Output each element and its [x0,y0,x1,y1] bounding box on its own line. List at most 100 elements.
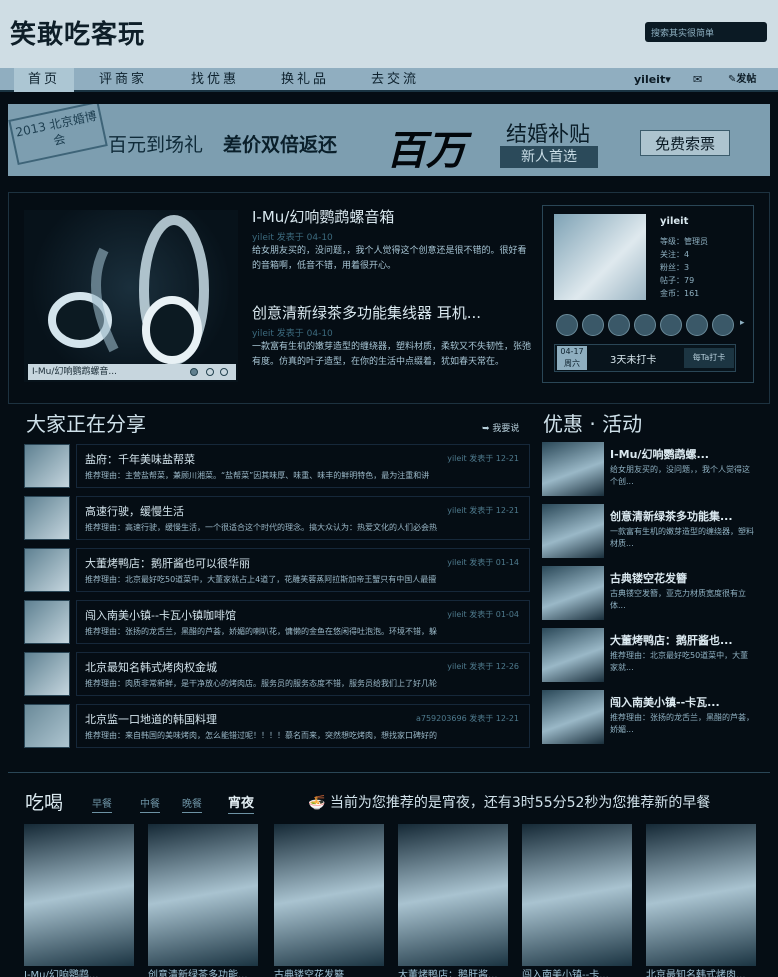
tab-dinner[interactable]: 晚餐 [182,795,202,813]
food-image[interactable] [646,824,756,966]
food-image[interactable] [398,824,508,966]
feature-caption[interactable]: I-Mu/幻响鹦鹉螺音... [28,364,236,380]
slide-dot[interactable] [190,368,198,376]
post-button[interactable]: ✎发帖 [728,68,756,92]
checkin-date: 04-17 周六 [557,346,587,370]
badge-icon[interactable] [608,314,630,336]
post-link[interactable]: ➥ 我要说 [482,421,519,434]
avatar[interactable] [554,214,646,300]
promo-item[interactable]: 大董烤鸭店：鹅肝酱也... 推荐理由：北京最好吃50道菜中，大董家就... [542,628,772,686]
promo-title[interactable]: 古典镂空花发簪 [610,570,687,586]
ad-banner[interactable]: 2013 北京婚博会 百元到场礼 差价双倍返还 百万 结婚补贴 新人首选 免费索… [8,104,770,176]
item-desc: 推荐理由：来自韩国的美味烤肉，怎么能错过呢！！！！慕名而来，突然想吃烤肉，想找家… [85,731,437,740]
nav-deals[interactable]: 找优惠 [180,68,250,92]
avatar[interactable] [24,704,70,748]
promo-item[interactable]: 闯入南美小镇--卡瓦... 推荐理由：张扬的龙舌兰，黑醋的芦荟，娇媚... [542,690,772,748]
food-image[interactable] [522,824,632,966]
feature-title[interactable]: 创意清新绿茶多功能集线器 耳机... [252,302,481,323]
food-image[interactable] [24,824,134,966]
promo-image[interactable] [542,442,604,496]
avatar[interactable] [24,444,70,488]
slide-dot[interactable] [206,368,214,376]
user-menu[interactable]: yileit▾ [634,68,671,92]
search-input[interactable]: 搜索其实很简单 [645,22,767,42]
nav-review[interactable]: 评商家 [88,68,158,92]
food-caption[interactable]: 闯入南美小镇--卡... [522,966,632,977]
promo-title[interactable]: 大董烤鸭店：鹅肝酱也... [610,632,733,648]
nav-forum[interactable]: 去交流 [360,68,430,92]
list-item[interactable]: 北京监一口地道的韩国料理 a759203696 发表于 12-21 推荐理由：来自韩… [24,704,530,750]
mail-icon[interactable]: ✉ [693,68,702,92]
badge-icon[interactable] [660,314,682,336]
item-desc: 推荐理由：主营盐帮菜，兼顾川湘菜。“盐帮菜”因其味厚、味重、味丰的鲜明特色，最为… [85,471,430,480]
item-title[interactable]: 闯入南美小镇--卡瓦小镇咖啡馆 [85,607,236,623]
list-item[interactable]: 盐府：千年美味盐帮菜 yileit 发表于 12-21 推荐理由：主营盐帮菜，兼顾川… [24,444,530,490]
promo-title[interactable]: 创意清新绿茶多功能集... [610,508,733,524]
checkin-button[interactable]: 每Ta打卡 [684,348,734,368]
avatar[interactable] [24,548,70,592]
list-item[interactable]: 高速行驶，缓慢生活 yileit 发表于 12-21 推荐理由：高速行驶，缓慢生活，… [24,496,530,542]
food-caption[interactable]: 创意清新绿茶多功能... [148,966,258,977]
badge-icon[interactable] [634,314,656,336]
promo-title[interactable]: 闯入南美小镇--卡瓦... [610,694,720,710]
list-item[interactable]: 北京最知名韩式烤肉权金城 yileit 发表于 12-26 推荐理由：肉质非常新鲜，… [24,652,530,698]
food-image[interactable] [148,824,258,966]
site-logo[interactable]: 笑敢吃客玩 [10,14,145,51]
promo-image[interactable] [542,566,604,620]
tab-late-night[interactable]: 宵夜 [228,792,255,814]
nav-gifts[interactable]: 换礼品 [270,68,340,92]
badge-icon[interactable] [582,314,604,336]
promo-item[interactable]: 创意清新绿茶多功能集... 一款富有生机的嫩芽造型的缠绕器，塑料材质... [542,504,772,562]
feature-title[interactable]: I-Mu/幻响鹦鹉螺音箱 [252,206,394,227]
avatar[interactable] [24,600,70,644]
feature-meta: yileit 发表于 04-10 [252,329,333,339]
badge-icon[interactable] [712,314,734,336]
speaker-image [48,215,209,365]
chevron-right-icon[interactable]: ▸ [740,318,745,328]
item-title[interactable]: 盐府：千年美味盐帮菜 [85,451,195,467]
tab-lunch[interactable]: 中餐 [140,795,160,813]
list-item[interactable]: 大董烤鸭店：鹅肝酱也可以很华丽 yileit 发表于 01-14 推荐理由：北京最好… [24,548,530,594]
item-meta: yileit 发表于 12-26 [447,662,519,671]
list-item[interactable]: 闯入南美小镇--卡瓦小镇咖啡馆 yileit 发表于 01-04 推荐理由：张扬的龙… [24,600,530,646]
tab-breakfast[interactable]: 早餐 [92,795,112,813]
food-image[interactable] [274,824,384,966]
promo-title[interactable]: I-Mu/幻响鹦鹉螺... [610,446,709,462]
avatar[interactable] [24,652,70,696]
food-caption[interactable]: 大董烤鸭店：鹅肝酱... [398,966,508,977]
slide-dot[interactable] [220,368,228,376]
item-title[interactable]: 高速行驶，缓慢生活 [85,503,184,519]
nav-home[interactable]: 首页 [14,68,74,92]
profile-name[interactable]: yileit [660,216,688,227]
item-meta: yileit 发表于 12-21 [447,506,519,515]
promo-desc: 推荐理由：北京最好吃50道菜中，大董家就... [610,651,749,672]
promo-heading: 优惠 · 活动 [543,412,643,436]
avatar[interactable] [24,496,70,540]
item-meta: yileit 发表于 12-21 [447,454,519,463]
food-caption[interactable]: I-Mu/幻响鹦鹉... [24,966,134,977]
feature-image[interactable] [24,210,238,382]
profile-stat: 金币：161 [660,289,700,298]
feature-body: 给女朋友买的，没问题，，我个人觉得这个创意还是很不错的。很好看的音箱啊，低音不错… [252,246,527,271]
promo-item[interactable]: 古典镂空花发簪 古典镂空发簪，亚克力材质宽度很有立体... [542,566,772,624]
food-caption[interactable]: 北京最知名韩式烤肉... [646,966,756,977]
item-title[interactable]: 大董烤鸭店：鹅肝酱也可以很华丽 [85,555,250,571]
item-title[interactable]: 北京最知名韩式烤肉权金城 [85,659,217,675]
food-caption[interactable]: 古典镂空花发簪 [274,966,384,977]
promo-image[interactable] [542,628,604,682]
free-ticket-button[interactable]: 免费索票 [640,130,730,156]
item-desc: 推荐理由：高速行驶，缓慢生活，一个很适合这个时代的理念。搞大众认为：热爱文化的人… [85,523,437,532]
badge-icon[interactable] [686,314,708,336]
item-desc: 推荐理由：肉质非常新鲜，是干净放心的烤肉店。服务员的服务态度不错，服务员给我们上… [85,679,437,688]
badge-icon[interactable] [556,314,578,336]
banner-big-text: 百万 [386,128,466,174]
item-title[interactable]: 北京监一口地道的韩国料理 [85,711,217,727]
promo-image[interactable] [542,690,604,744]
food-notice: 🍜 当前为您推荐的是宵夜，还有3时55分52秒为您推荐新的早餐 [308,792,710,812]
item-desc: 推荐理由：北京最好吃50道菜中，大董家就占上4道了，花雕芙蓉蒸阿拉斯加帝王蟹只有… [85,575,437,584]
feature-meta: yileit 发表于 04-10 [252,233,333,243]
promo-image[interactable] [542,504,604,558]
promo-item[interactable]: I-Mu/幻响鹦鹉螺... 给女朋友买的，没问题，，我个人觉得这个创... [542,442,772,500]
food-title: 吃喝 [25,792,64,814]
bowl-icon: 🍜 [308,795,330,811]
